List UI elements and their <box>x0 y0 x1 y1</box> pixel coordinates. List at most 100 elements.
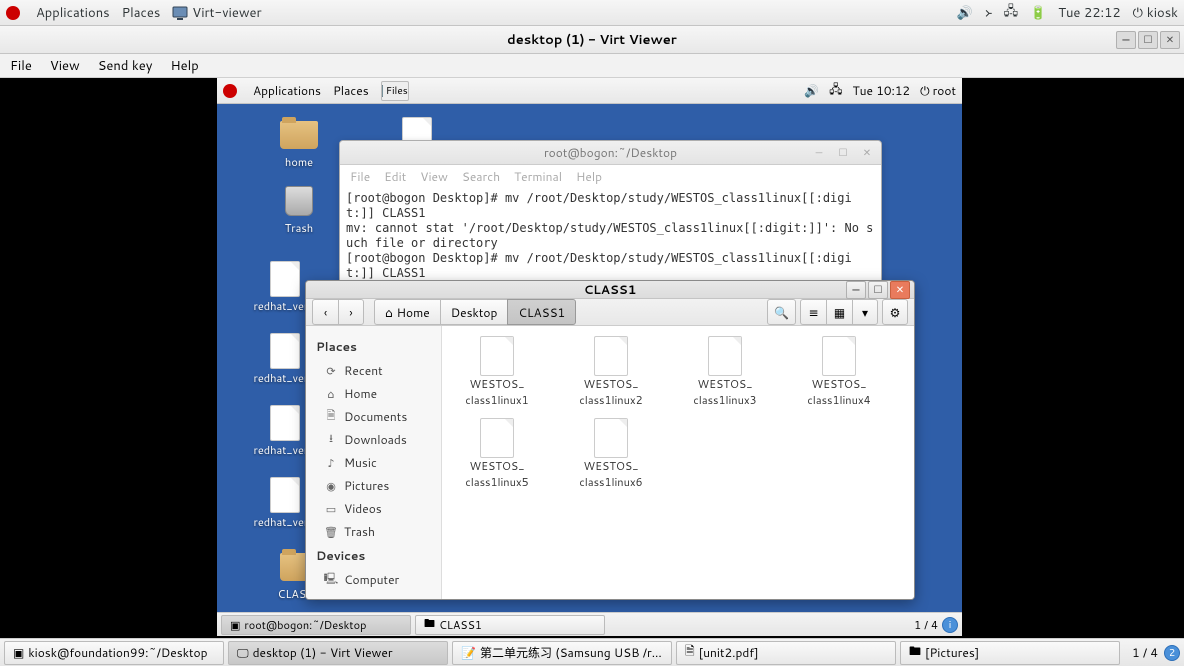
sidebar-item-videos[interactable]: ▭Videos <box>306 497 441 520</box>
virt-maximize-button[interactable]: ☐ <box>1138 31 1158 49</box>
desktop-icon-home[interactable]: home <box>261 118 337 170</box>
vm-workspace-badge[interactable]: i <box>942 617 958 633</box>
virt-close-button[interactable]: ✕ <box>1160 31 1180 49</box>
fm-back-button[interactable]: ‹ <box>312 299 338 325</box>
file-item[interactable]: WESTOS_class1linux1 <box>452 336 542 408</box>
virt-menu-sendkey[interactable]: Send key <box>98 57 153 75</box>
breadcrumb-desktop[interactable]: Desktop <box>440 299 508 325</box>
desktop-label: Trash <box>285 220 313 236</box>
vm-places-menu[interactable]: Places <box>333 82 369 99</box>
volume-icon[interactable]: 🔊 <box>957 4 973 22</box>
host-task-pictures[interactable]: 🖿 [Pictures] <box>900 641 1120 665</box>
terminal-menu-edit[interactable]: Edit <box>384 168 406 185</box>
network-icon[interactable]: 🖧 <box>1004 2 1019 24</box>
task-label: kiosk@foundation99:~/Desktop <box>28 644 207 661</box>
virt-minimize-button[interactable]: — <box>1116 31 1136 49</box>
vm-files-launcher[interactable]: Files <box>381 81 409 101</box>
fm-view-list-button[interactable]: ≡ <box>800 299 826 325</box>
documents-icon: 🗎 <box>324 410 338 424</box>
terminal-menu-search[interactable]: Search <box>462 168 500 185</box>
sidebar-item-pictures[interactable]: ◉Pictures <box>306 474 441 497</box>
sidebar-item-home[interactable]: ⌂Home <box>306 382 441 405</box>
host-workspace-badge[interactable]: 2 <box>1164 645 1180 661</box>
breadcrumb-label: Desktop <box>451 304 498 321</box>
file-icon <box>265 478 305 512</box>
host-active-app[interactable]: Virt-viewer <box>172 4 261 22</box>
virt-menu-file[interactable]: File <box>10 57 32 75</box>
host-workspace-indicator[interactable]: 1 / 4 <box>1132 644 1158 661</box>
fm-title-text: CLASS1 <box>584 281 637 298</box>
file-label-l2: class1linux4 <box>807 392 870 408</box>
terminal-menu-file[interactable]: File <box>350 168 370 185</box>
fm-settings-button[interactable]: ⚙ <box>882 299 908 325</box>
file-label-l1: WESTOS_ <box>470 376 525 392</box>
file-manager-window[interactable]: CLASS1 — ☐ ✕ ‹ › ⌂ Home <box>305 280 915 600</box>
fm-view-group: ≡ ▦ ▾ <box>800 299 878 325</box>
virt-title-text: desktop (1) - Virt Viewer <box>507 31 677 49</box>
sidebar-item-label: Videos <box>344 500 382 517</box>
task-label: desktop (1) - Virt Viewer <box>253 644 393 661</box>
host-task-pdf[interactable]: 🗎 [unit2.pdf] <box>676 641 896 665</box>
virt-titlebar[interactable]: desktop (1) - Virt Viewer — ☐ ✕ <box>0 26 1184 54</box>
terminal-icon: ▣ <box>230 617 240 633</box>
file-label-l1: WESTOS_ <box>698 376 753 392</box>
file-icon <box>265 334 305 368</box>
fm-view-grid-button[interactable]: ▦ <box>826 299 852 325</box>
terminal-icon: ▣ <box>13 644 24 661</box>
vm-task-terminal[interactable]: ▣ root@bogon:~/Desktop <box>221 615 411 635</box>
host-user-menu[interactable]: ⏻ kiosk <box>1133 4 1178 22</box>
terminal-menu-terminal[interactable]: Terminal <box>514 168 562 185</box>
sidebar-item-music[interactable]: ♪Music <box>306 451 441 474</box>
sidebar-item-computer[interactable]: 🖳Computer <box>306 568 441 591</box>
fm-content[interactable]: WESTOS_class1linux1 WESTOS_class1linux2 … <box>442 326 914 600</box>
terminal-menu-help[interactable]: Help <box>576 168 602 185</box>
file-item[interactable]: WESTOS_class1linux2 <box>566 336 656 408</box>
search-icon: 🔍 <box>774 304 789 321</box>
breadcrumb-class1[interactable]: CLASS1 <box>507 299 576 325</box>
host-task-document[interactable]: 📝 第二单元练习 (Samsung USB /r... <box>452 641 672 665</box>
fm-forward-button[interactable]: › <box>338 299 364 325</box>
terminal-maximize-button[interactable]: ☐ <box>833 144 853 162</box>
host-places-menu[interactable]: Places <box>122 4 161 22</box>
breadcrumb-home[interactable]: ⌂ Home <box>374 299 440 325</box>
vm-user-menu[interactable]: ⏻ root <box>920 82 956 99</box>
sidebar-item-trash[interactable]: 🗑Trash <box>306 520 441 543</box>
terminal-close-button[interactable]: ✕ <box>857 144 877 162</box>
vm-workspace-indicator[interactable]: 1 / 4 <box>914 617 938 633</box>
battery-icon[interactable]: 🔋 <box>1030 4 1046 22</box>
host-task-terminal[interactable]: ▣ kiosk@foundation99:~/Desktop <box>4 641 224 665</box>
sidebar-item-downloads[interactable]: ⭳Downloads <box>306 428 441 451</box>
vm-applications-menu[interactable]: Applications <box>253 82 321 99</box>
terminal-menu-view[interactable]: View <box>420 168 448 185</box>
virt-menu-view[interactable]: View <box>50 57 80 75</box>
vm-desktop[interactable]: Applications Places Files 🔊 🖧 Tue 10:12 … <box>217 78 962 636</box>
file-item[interactable]: WESTOS_class1linux4 <box>794 336 884 408</box>
sidebar-item-label: Home <box>344 385 377 402</box>
host-task-virt-viewer[interactable]: 🖵 desktop (1) - Virt Viewer <box>228 641 448 665</box>
terminal-titlebar[interactable]: root@bogon:~/Desktop — ☐ ✕ <box>340 141 881 165</box>
vm-volume-icon[interactable]: 🔊 <box>804 82 819 99</box>
fm-maximize-button[interactable]: ☐ <box>868 281 888 299</box>
bluetooth-icon[interactable]: ᚛ <box>985 4 992 22</box>
vm-clock[interactable]: Tue 10:12 <box>853 82 911 99</box>
desktop-icon-trash[interactable]: Trash <box>261 184 337 236</box>
vm-network-icon[interactable]: 🖧 <box>829 80 842 101</box>
file-item[interactable]: WESTOS_class1linux6 <box>566 418 656 490</box>
host-applications-menu[interactable]: Applications <box>36 4 110 22</box>
fm-minimize-button[interactable]: — <box>846 281 866 299</box>
sidebar-item-documents[interactable]: 🗎Documents <box>306 405 441 428</box>
virt-menu-help[interactable]: Help <box>170 57 198 75</box>
terminal-window[interactable]: root@bogon:~/Desktop — ☐ ✕ File Edit Vie… <box>339 140 882 301</box>
fm-view-dropdown-button[interactable]: ▾ <box>852 299 878 325</box>
vm-task-files[interactable]: 🖿 CLASS1 <box>415 615 605 635</box>
file-item[interactable]: WESTOS_class1linux3 <box>680 336 770 408</box>
terminal-minimize-button[interactable]: — <box>809 144 829 162</box>
vm-files-label: Files <box>386 84 408 98</box>
sidebar-item-recent[interactable]: ⟳Recent <box>306 359 441 382</box>
fm-close-button[interactable]: ✕ <box>890 281 910 299</box>
host-clock[interactable]: Tue 22:12 <box>1058 4 1120 22</box>
file-label-l2: class1linux6 <box>579 474 642 490</box>
fm-search-button[interactable]: 🔍 <box>767 299 796 325</box>
file-item[interactable]: WESTOS_class1linux5 <box>452 418 542 490</box>
fm-titlebar[interactable]: CLASS1 — ☐ ✕ <box>306 281 914 299</box>
